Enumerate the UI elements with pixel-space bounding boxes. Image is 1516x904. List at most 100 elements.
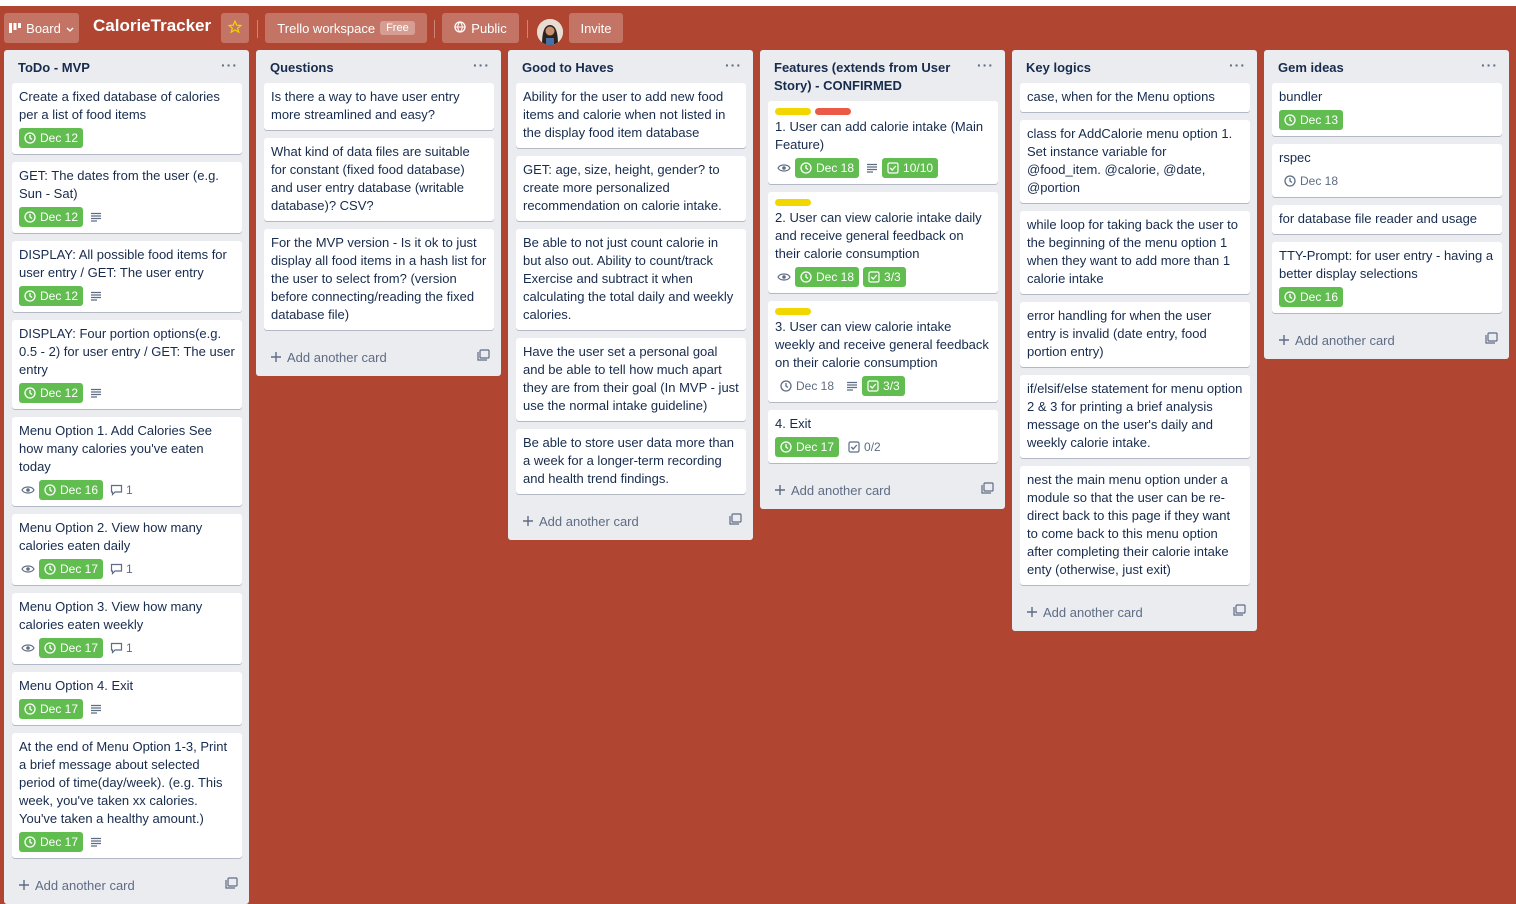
list-header[interactable]: Questions ···	[264, 50, 494, 83]
card[interactable]: TTY-Prompt: for user entry - having a be…	[1272, 242, 1502, 313]
avatar[interactable]	[537, 19, 563, 45]
list-header[interactable]: Good to Haves ···	[516, 50, 746, 83]
due-date-badge[interactable]: Dec 18	[795, 267, 860, 287]
card-label[interactable]	[775, 199, 811, 206]
card[interactable]: Menu Option 4. Exit Dec 17	[12, 672, 242, 725]
card-title: Be able to not just count calorie in but…	[523, 235, 734, 322]
due-date-badge[interactable]: Dec 17	[39, 638, 104, 658]
list-title[interactable]: ToDo - MVP	[18, 60, 90, 75]
board-view-label: Board	[26, 20, 61, 36]
plus-icon	[522, 515, 534, 527]
card-title: DISPLAY: All possible food items for use…	[19, 247, 227, 280]
workspace-button[interactable]: Trello workspace Free	[265, 13, 427, 43]
card[interactable]: At the end of Menu Option 1-3, Print a b…	[12, 733, 242, 858]
board-view-button[interactable]: Board	[4, 13, 79, 43]
list-title[interactable]: Gem ideas	[1278, 60, 1344, 75]
board-title[interactable]: CalorieTracker	[93, 16, 211, 36]
card-template-icon[interactable]	[1233, 604, 1246, 619]
due-date-badge[interactable]: Dec 18	[1279, 171, 1343, 191]
add-card-button[interactable]: Add another card	[1020, 593, 1250, 631]
list-header[interactable]: Key logics ···	[1020, 50, 1250, 83]
card[interactable]: error handling for when the user entry i…	[1020, 302, 1250, 367]
list-title[interactable]: Key logics	[1026, 60, 1091, 75]
due-date-badge[interactable]: Dec 17	[19, 699, 84, 719]
due-date-badge[interactable]: Dec 17	[19, 832, 84, 852]
card-badges: Dec 18 10/10	[775, 158, 991, 178]
card[interactable]: nest the main menu option under a module…	[1020, 466, 1250, 585]
list-title[interactable]: Questions	[270, 60, 334, 75]
card[interactable]: Menu Option 2. View how many calories ea…	[12, 514, 242, 585]
card[interactable]: Menu Option 3. View how many calories ea…	[12, 593, 242, 664]
card-label[interactable]	[775, 308, 811, 315]
card[interactable]: DISPLAY: All possible food items for use…	[12, 241, 242, 312]
add-card-button[interactable]: Add another card	[264, 338, 494, 376]
card-template-icon[interactable]	[477, 349, 490, 364]
due-date-badge[interactable]: Dec 17	[775, 437, 840, 457]
due-date-badge[interactable]: Dec 12	[19, 207, 84, 227]
list-header[interactable]: ToDo - MVP ···	[12, 50, 242, 83]
invite-button[interactable]: Invite	[569, 13, 623, 43]
more-icon[interactable]: ···	[473, 56, 490, 74]
more-icon[interactable]: ···	[725, 56, 742, 74]
card[interactable]: Menu Option 1. Add Calories See how many…	[12, 417, 242, 506]
clock-icon	[24, 290, 36, 302]
card[interactable]: Create a fixed database of calories per …	[12, 83, 242, 154]
due-date-badge[interactable]: Dec 13	[1279, 110, 1344, 130]
card-title: rspec	[1279, 150, 1311, 165]
card[interactable]: Is there a way to have user entry more s…	[264, 83, 494, 130]
card-template-icon[interactable]	[981, 482, 994, 497]
list-header[interactable]: Gem ideas ···	[1272, 50, 1502, 83]
card[interactable]: Be able to store user data more than a w…	[516, 429, 746, 494]
card-label[interactable]	[815, 108, 851, 115]
list: Key logics ··· case, when for the Menu opt…	[1012, 50, 1257, 631]
card[interactable]: while loop for taking back the user to t…	[1020, 211, 1250, 294]
description-icon	[90, 291, 102, 301]
due-date-badge[interactable]: Dec 12	[19, 128, 84, 148]
card[interactable]: 3. User can view calorie intake weekly a…	[768, 301, 998, 402]
checklist-badge: 3/3	[863, 267, 906, 287]
add-card-button[interactable]: Add another card	[12, 866, 242, 904]
card[interactable]: 1. User can add calorie intake (Main Fea…	[768, 101, 998, 184]
card[interactable]: GET: age, size, height, gender? to creat…	[516, 156, 746, 221]
list-header[interactable]: Features (extends from User Story) - CON…	[768, 50, 998, 101]
card[interactable]: Be able to not just count calorie in but…	[516, 229, 746, 330]
due-date-badge[interactable]: Dec 18	[795, 158, 860, 178]
due-date-badge[interactable]: Dec 12	[19, 383, 84, 403]
more-icon[interactable]: ···	[1229, 56, 1246, 74]
due-date-badge[interactable]: Dec 12	[19, 286, 84, 306]
card[interactable]: class for AddCalorie menu option 1. Set …	[1020, 120, 1250, 203]
due-date-badge[interactable]: Dec 17	[39, 559, 104, 579]
card[interactable]: bundler Dec 13	[1272, 83, 1502, 136]
add-card-button[interactable]: Add another card	[516, 502, 746, 540]
due-date-badge[interactable]: Dec 18	[775, 376, 839, 396]
card[interactable]: rspec Dec 18	[1272, 144, 1502, 197]
card-template-icon[interactable]	[1485, 332, 1498, 347]
card[interactable]: for database file reader and usage	[1272, 205, 1502, 234]
card[interactable]: GET: The dates from the user (e.g. Sun -…	[12, 162, 242, 233]
due-date-badge[interactable]: Dec 16	[1279, 287, 1344, 307]
card[interactable]: What kind of data files are suitable for…	[264, 138, 494, 221]
due-date-badge[interactable]: Dec 16	[39, 480, 104, 500]
star-button[interactable]	[221, 13, 249, 43]
add-card-button[interactable]: Add another card	[1272, 321, 1502, 359]
add-card-button[interactable]: Add another card	[768, 471, 998, 509]
card[interactable]: 2. User can view calorie intake daily an…	[768, 192, 998, 293]
card[interactable]: case, when for the Menu options	[1020, 83, 1250, 112]
card[interactable]: DISPLAY: Four portion options(e.g. 0.5 -…	[12, 320, 242, 409]
more-icon[interactable]: ···	[1481, 56, 1498, 74]
card-template-icon[interactable]	[225, 877, 238, 892]
description-icon	[866, 163, 878, 173]
card-label[interactable]	[775, 108, 811, 115]
more-icon[interactable]: ···	[221, 56, 238, 74]
card[interactable]: 4. Exit Dec 17 0/2	[768, 410, 998, 463]
list-title[interactable]: Features (extends from User Story) - CON…	[774, 60, 950, 93]
more-icon[interactable]: ···	[977, 56, 994, 74]
list-title[interactable]: Good to Haves	[522, 60, 614, 75]
visibility-button[interactable]: Public	[442, 13, 519, 43]
card[interactable]: For the MVP version - Is it ok to just d…	[264, 229, 494, 330]
card[interactable]: Ability for the user to add new food ite…	[516, 83, 746, 148]
card[interactable]: if/elsif/else statement for menu option …	[1020, 375, 1250, 458]
card[interactable]: Have the user set a personal goal and be…	[516, 338, 746, 421]
card-template-icon[interactable]	[729, 513, 742, 528]
list: Questions ··· Is there a way to have user …	[256, 50, 501, 376]
